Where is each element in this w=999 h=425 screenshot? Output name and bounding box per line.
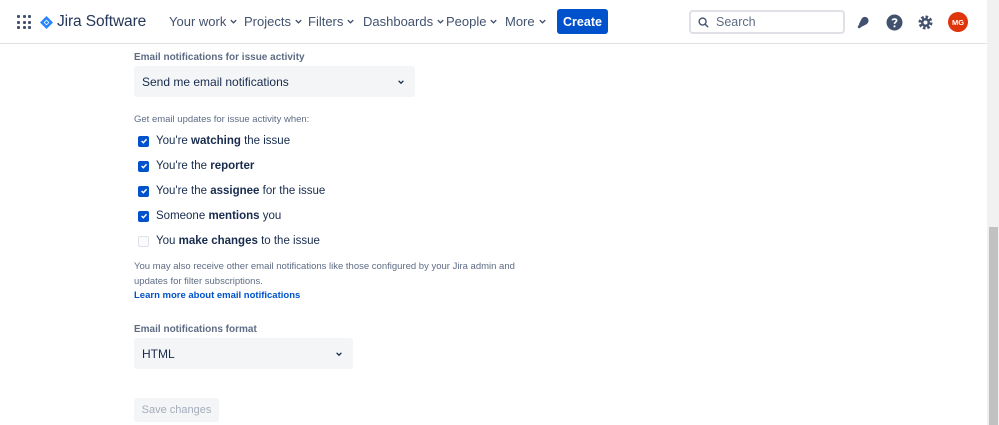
chevron-down-icon xyxy=(398,79,404,84)
info-note: You may also receive other email notific… xyxy=(134,261,515,287)
option-label: Someone mentions you xyxy=(156,210,282,222)
issue-activity-label: Email notifications for issue activity xyxy=(134,52,305,63)
checkbox-watching[interactable]: You're watching the issue xyxy=(138,135,290,147)
scrollbar-thumb[interactable] xyxy=(989,227,998,425)
checkbox-checked-icon[interactable] xyxy=(138,210,149,222)
chevron-down-icon xyxy=(336,351,342,356)
checkbox-checked-icon[interactable] xyxy=(138,135,149,147)
checkbox-checked-icon[interactable] xyxy=(138,185,149,197)
checkbox-checked-icon[interactable] xyxy=(138,160,149,172)
format-select[interactable]: HTML xyxy=(134,338,353,369)
updates-hint: Get email updates for issue activity whe… xyxy=(134,114,310,125)
checkbox-unchecked-icon[interactable] xyxy=(138,235,149,247)
option-label: You make changes to the issue xyxy=(156,235,320,247)
option-label: You're the assignee for the issue xyxy=(156,185,326,197)
select-value: HTML xyxy=(142,346,175,361)
option-label: You're watching the issue xyxy=(156,135,291,147)
option-label: You're the reporter xyxy=(156,160,255,172)
checkbox-reporter[interactable]: You're the reporter xyxy=(138,160,254,172)
select-value: Send me email notifications xyxy=(142,74,289,89)
save-changes-button[interactable]: Save changes xyxy=(134,398,219,422)
checkbox-make-changes[interactable]: You make changes to the issue xyxy=(138,235,320,247)
notification-settings: Email notifications for issue activity S… xyxy=(0,0,987,425)
checkbox-assignee[interactable]: You're the assignee for the issue xyxy=(138,185,325,197)
format-label: Email notifications format xyxy=(134,324,257,335)
learn-more-link[interactable]: Learn more about email notifications xyxy=(134,290,300,301)
issue-activity-select[interactable]: Send me email notifications xyxy=(134,66,415,97)
checkbox-mentions[interactable]: Someone mentions you xyxy=(138,210,281,222)
